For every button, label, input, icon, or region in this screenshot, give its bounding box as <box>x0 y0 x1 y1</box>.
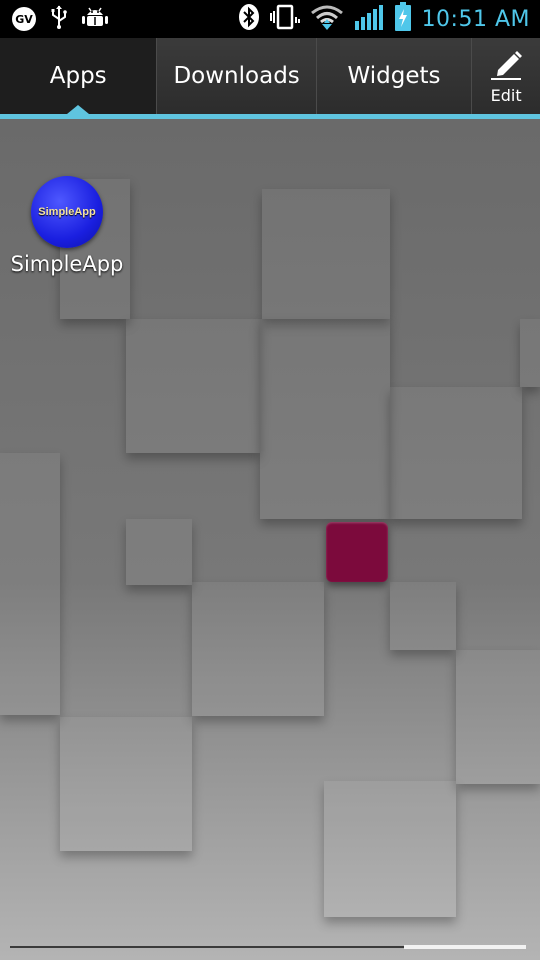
tab-bar: Apps Downloads Widgets Edit <box>0 38 540 114</box>
edit-button[interactable]: Edit <box>472 38 540 114</box>
wallpaper-block <box>390 387 522 519</box>
wallpaper-block <box>262 189 390 319</box>
android-debug-icon <box>82 5 108 33</box>
gv-icon: GV <box>12 7 36 31</box>
battery-charging-icon <box>394 2 412 36</box>
status-right-icons: 10:51 AM <box>238 0 530 38</box>
wallpaper-block <box>126 519 192 585</box>
tab-apps-label: Apps <box>49 63 107 89</box>
tab-downloads[interactable]: Downloads <box>157 38 317 114</box>
simpleapp-icon: SimpleApp <box>31 176 103 248</box>
wallpaper-block <box>324 781 456 917</box>
tab-apps[interactable]: Apps <box>0 38 158 114</box>
active-tab-pointer <box>67 105 90 114</box>
page-scroll-indicator <box>404 945 526 949</box>
app-label: SimpleApp <box>10 252 124 276</box>
wallpaper-accent-block <box>326 522 388 582</box>
wallpaper-block <box>520 319 540 387</box>
bluetooth-icon <box>238 3 260 35</box>
status-clock: 10:51 AM <box>421 6 530 32</box>
wallpaper-block <box>390 582 456 650</box>
wallpaper-block <box>60 717 192 851</box>
edit-label: Edit <box>490 85 522 105</box>
tab-downloads-label: Downloads <box>173 63 300 89</box>
status-left-icons: GV <box>12 0 108 38</box>
wallpaper-block <box>0 453 60 715</box>
pencil-icon <box>488 48 524 84</box>
wallpaper-block <box>260 319 390 519</box>
wifi-icon <box>310 4 344 34</box>
tab-widgets[interactable]: Widgets <box>317 38 473 114</box>
signal-icon <box>354 3 384 35</box>
app-item-simpleapp[interactable]: SimpleApp SimpleApp <box>8 176 126 276</box>
status-bar: GV 10:51 AM <box>0 0 540 38</box>
wallpaper-block <box>192 582 324 716</box>
vibrate-icon <box>269 3 300 35</box>
wallpaper-block <box>126 319 260 453</box>
simpleapp-icon-text: SimpleApp <box>38 206 96 218</box>
wallpaper-block <box>456 650 540 784</box>
usb-icon <box>50 5 68 33</box>
tab-widgets-label: Widgets <box>347 63 441 89</box>
